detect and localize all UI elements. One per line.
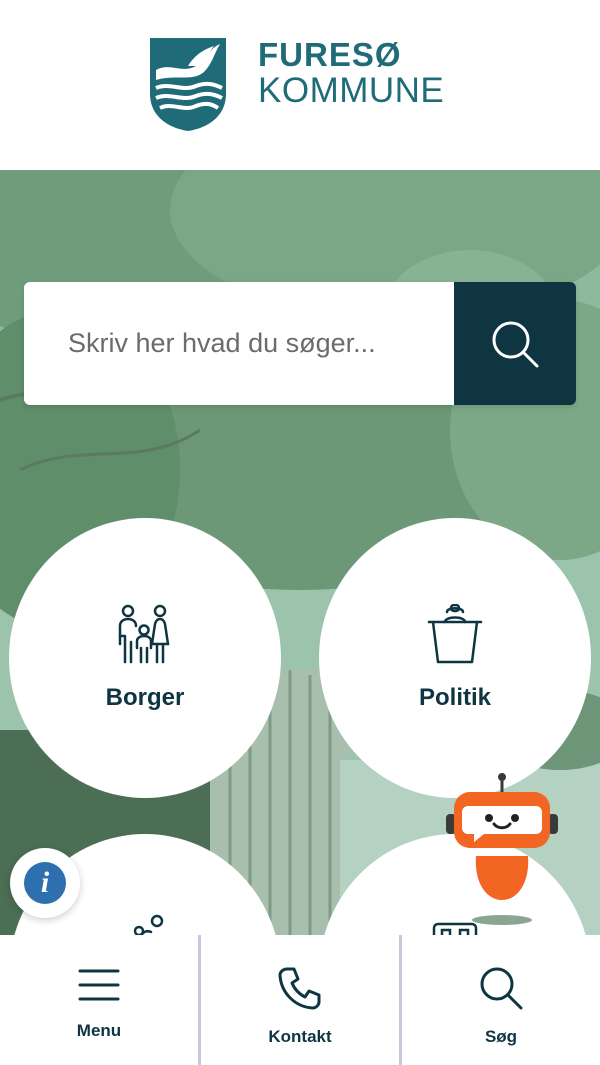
bottom-navigation: Menu Kontakt Søg — [0, 935, 600, 1065]
nav-menu[interactable]: Menu — [0, 935, 198, 1065]
nav-kontakt-label: Kontakt — [268, 1027, 332, 1046]
search-bar — [24, 282, 576, 405]
family-icon — [118, 604, 170, 664]
nav-kontakt[interactable]: Kontakt — [198, 935, 399, 1065]
search-input[interactable] — [24, 282, 454, 405]
logo-wordmark: FURESØ KOMMUNE — [258, 38, 444, 108]
tile-politik-label: Politik — [418, 684, 491, 711]
hamburger-icon — [78, 969, 120, 1001]
nav-soeg[interactable]: Søg — [399, 935, 600, 1065]
nav-menu-label: Menu — [76, 1021, 122, 1040]
logo-line-1: FURESØ — [258, 36, 402, 73]
hero-section: Borger Politik — [0, 170, 600, 935]
search-button[interactable] — [454, 282, 576, 405]
tile-borger-label: Borger — [105, 684, 185, 711]
phone-icon — [278, 967, 321, 1010]
tile-politik[interactable]: Politik — [319, 518, 591, 798]
nav-soeg-label: Søg — [484, 1027, 518, 1046]
logo-line-2: KOMMUNE — [258, 71, 445, 110]
info-button[interactable]: i — [10, 848, 80, 918]
search-icon — [480, 967, 523, 1010]
people-icon — [133, 914, 164, 935]
tile-borger[interactable]: Borger — [9, 518, 281, 798]
robot-icon[interactable] — [444, 772, 560, 932]
search-icon — [492, 321, 539, 367]
bin-icon — [427, 604, 483, 664]
furesoe-shield-icon — [150, 38, 226, 131]
info-icon: i — [24, 862, 66, 904]
logo[interactable]: FURESØ KOMMUNE — [148, 36, 444, 132]
site-header: FURESØ KOMMUNE — [0, 0, 600, 170]
